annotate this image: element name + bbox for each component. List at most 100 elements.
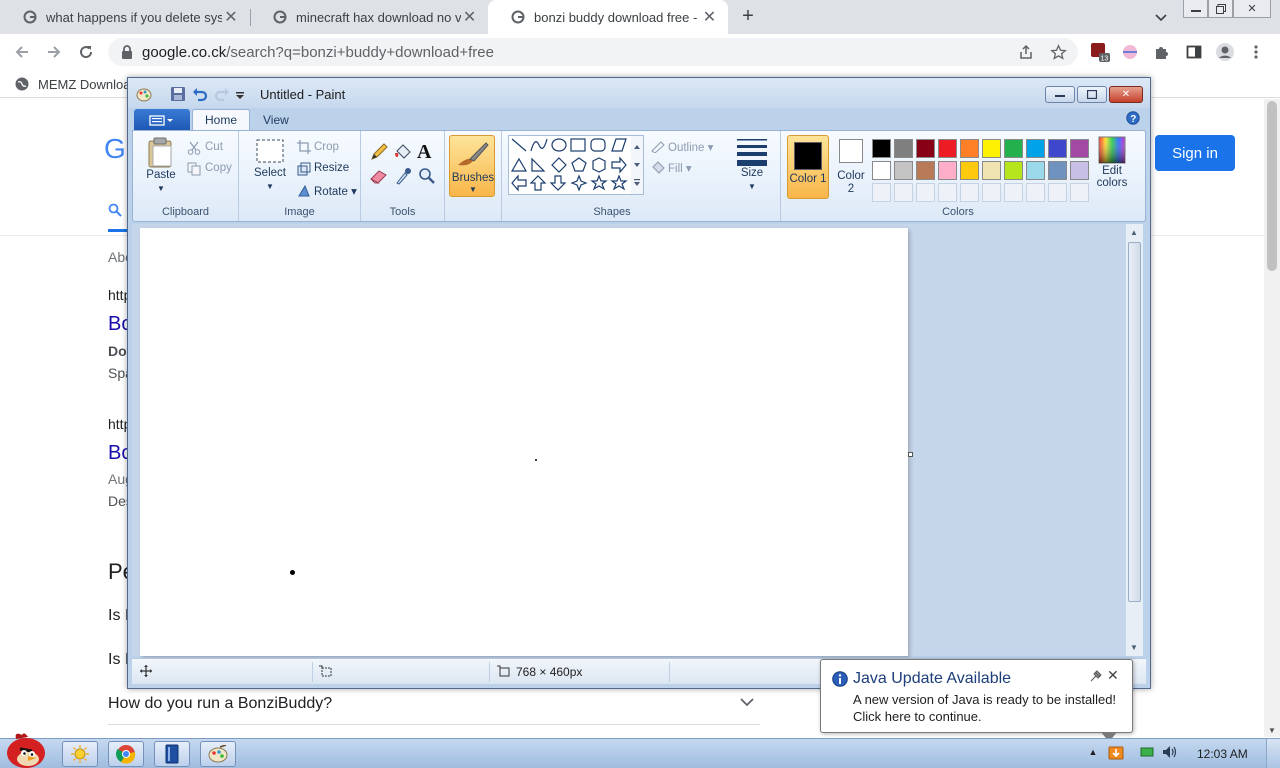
select-button[interactable]: Select ▼ [247,137,293,193]
palette-swatch[interactable] [1048,161,1067,180]
color2-button[interactable]: Color 2 [831,135,871,196]
pin-icon[interactable] [1089,669,1103,683]
chevron-down-icon[interactable] [740,695,754,707]
google-favicon-icon [510,9,526,25]
tab-view[interactable]: View [251,109,301,130]
volume-icon[interactable] [1161,743,1179,761]
taskbar-explorer-button[interactable] [62,741,98,767]
color-picker-icon[interactable] [393,167,413,188]
size-dropdown-icon[interactable]: ▼ [748,180,756,193]
search-tab-icon[interactable] [108,203,124,219]
text-tool-icon[interactable]: A [417,141,431,164]
notification-close-icon[interactable]: ✕ [1107,667,1119,684]
restore-button[interactable] [1208,0,1233,18]
redo-icon[interactable] [214,86,230,102]
paste-dropdown-icon[interactable]: ▼ [157,182,165,195]
back-button[interactable] [10,40,34,64]
paint-close-button[interactable]: ✕ [1109,86,1143,103]
copy-button[interactable]: Copy [205,162,232,174]
extension-adblock-icon[interactable]: 13 [1090,42,1110,62]
custom-color-slot[interactable] [1048,183,1067,202]
taskbar-notepad-button[interactable] [154,741,190,767]
select-dropdown-icon[interactable]: ▼ [266,180,274,193]
forward-button[interactable] [42,40,66,64]
tab-minecraft[interactable]: minecraft hax download no virus ✕ [250,0,488,34]
taskbar-paint-button[interactable] [200,741,236,767]
page-scrollbar[interactable]: ▼ [1264,99,1280,737]
tab-home[interactable]: Home [192,109,251,130]
undo-icon[interactable] [192,86,208,102]
notification-message-link[interactable]: Click here to continue. [853,709,982,724]
paint-maximize-button[interactable] [1077,86,1107,103]
scroll-down-arrow-icon[interactable]: ▼ [1130,643,1138,652]
magnifier-icon[interactable] [417,167,437,188]
paint-minimize-button[interactable] [1045,86,1075,103]
canvas-vertical-scrollbar[interactable]: ▲ ▼ [1126,224,1143,656]
tab-system32[interactable]: what happens if you delete system32 ✕ [0,0,250,34]
minimize-button[interactable] [1183,0,1208,18]
resize-button[interactable]: Resize [314,162,349,174]
color1-button[interactable]: Color 1 [787,135,829,199]
quick-access-dropdown-icon[interactable] [234,86,250,102]
clipboard-group-label: Clipboard [161,206,210,218]
sign-in-button[interactable]: Sign in [1155,135,1235,171]
crop-button[interactable]: Crop [314,141,339,153]
paste-button[interactable]: Paste ▼ [143,137,179,195]
taskbar-chrome-button[interactable] [108,741,144,767]
custom-color-slot[interactable] [1070,183,1089,202]
cut-button[interactable]: Cut [205,141,223,153]
clock[interactable]: 12:03 AM [1197,747,1248,761]
extension-color-icon[interactable] [1120,42,1140,62]
edit-colors-button[interactable]: Edit colors [1089,135,1135,189]
show-desktop-button[interactable] [1266,739,1280,768]
pencil-icon[interactable] [369,143,389,164]
outline-button[interactable]: Outline ▾ [668,140,713,154]
scroll-up-arrow-icon[interactable]: ▲ [1130,228,1138,237]
brushes-button[interactable]: Brushes ▼ [449,135,495,197]
reload-button[interactable] [74,40,98,64]
save-icon[interactable] [170,86,186,102]
battery-icon[interactable] [1138,743,1156,761]
tab-search-chevron-icon[interactable] [1150,6,1172,28]
paint-app-icon[interactable] [136,86,152,102]
tab-close-icon[interactable]: ✕ [701,7,718,27]
bookmark-memz[interactable]: MEMZ Download [14,76,138,92]
menu-kebab-icon[interactable] [1246,42,1266,62]
eraser-icon[interactable] [369,167,389,188]
scroll-down-arrow-icon[interactable]: ▼ [1268,726,1276,735]
paint-file-menu-button[interactable] [134,109,190,130]
side-panel-icon[interactable] [1184,42,1204,62]
faq-question[interactable]: How do you run a BonziBuddy? [108,695,332,713]
canvas-scrollbar-thumb[interactable] [1128,242,1141,602]
canvas-resize-handle[interactable] [908,452,913,457]
fill-bucket-icon[interactable] [393,143,413,164]
start-orb-angry-bird-icon[interactable] [2,731,50,768]
help-icon[interactable]: ? [1126,111,1140,128]
palette-swatch[interactable] [1070,161,1089,180]
java-update-tray-icon[interactable] [1107,743,1125,761]
brushes-dropdown-icon[interactable]: ▼ [469,185,477,194]
close-window-button[interactable]: ✕ [1233,0,1271,18]
bookmark-star-icon[interactable] [1048,42,1068,62]
share-icon[interactable] [1016,42,1036,62]
shapes-gallery[interactable] [508,135,644,195]
drawing-canvas[interactable] [140,228,908,656]
scrollbar-thumb[interactable] [1267,101,1277,271]
palette-swatch[interactable] [1070,139,1089,158]
java-update-notification[interactable]: Java Update Available A new version of J… [820,659,1133,742]
tab-bonzi[interactable]: bonzi buddy download free - Google Searc… [488,0,728,34]
palette-swatch[interactable] [1048,139,1067,158]
tab-close-icon[interactable]: ✕ [461,7,478,27]
rotate-button[interactable]: Rotate ▾ [314,184,357,198]
tab-close-icon[interactable]: ✕ [222,7,240,27]
extensions-puzzle-icon[interactable] [1152,42,1172,62]
new-tab-button[interactable]: + [737,5,759,29]
address-bar[interactable]: google.co.ck/search?q=bonzi+buddy+downlo… [108,38,1078,66]
fill-button[interactable]: Fill ▾ [668,161,692,175]
lock-icon[interactable] [120,44,134,60]
size-button[interactable]: Size ▼ [729,137,775,193]
google-logo[interactable]: G [104,133,126,165]
profile-avatar-icon[interactable] [1215,42,1235,62]
paint-titlebar[interactable]: Untitled - Paint ✕ [128,78,1150,108]
tray-expand-icon[interactable]: ▲ [1084,743,1102,761]
